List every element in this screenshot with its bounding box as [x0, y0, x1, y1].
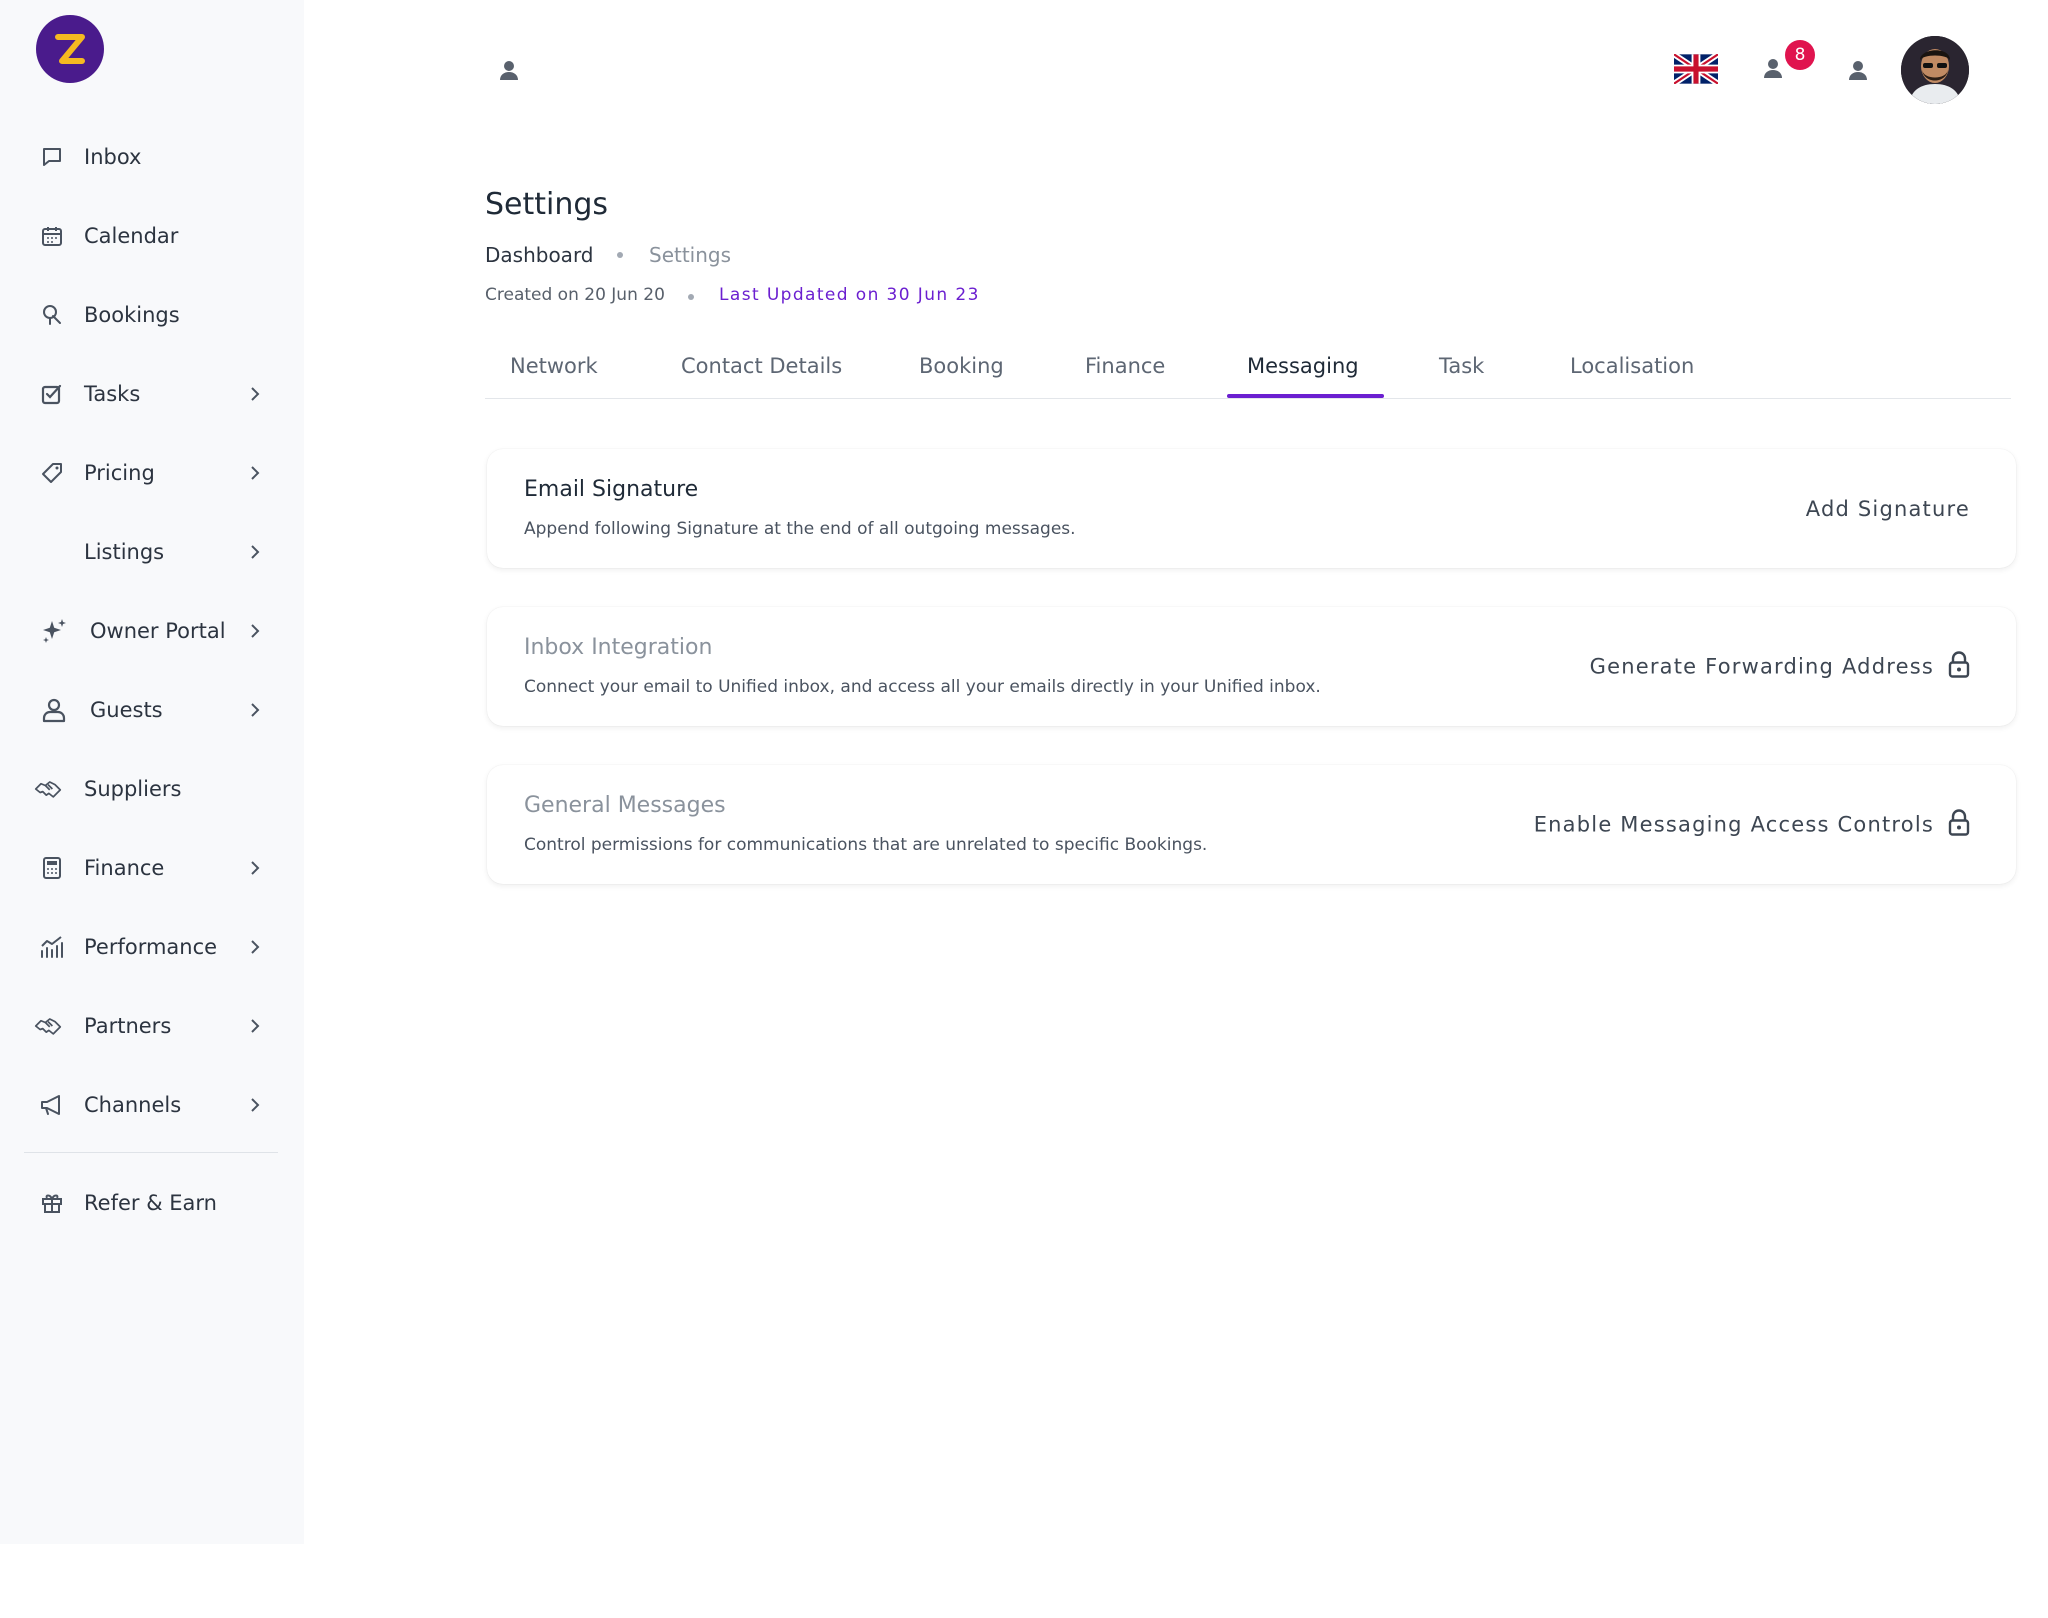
- card-description: Control permissions for communications t…: [524, 835, 1208, 855]
- generate-forwarding-address-button[interactable]: Generate Forwarding Address: [1590, 650, 1970, 683]
- general-messages-card: General Messages Control permissions for…: [487, 765, 2016, 884]
- logo-mark-icon: [55, 34, 85, 64]
- chevron-right-icon: [248, 940, 262, 954]
- handshake-icon: [34, 1012, 62, 1040]
- chevron-right-icon: [248, 861, 262, 875]
- sidebar-item-inbox[interactable]: Inbox: [0, 127, 304, 187]
- tab-task[interactable]: Task: [1439, 354, 1484, 378]
- sidebar-item-owner-portal[interactable]: Owner Portal: [0, 601, 304, 661]
- chevron-right-icon: [248, 545, 262, 559]
- breadcrumb-dashboard[interactable]: Dashboard: [485, 243, 594, 267]
- card-title: General Messages: [524, 793, 726, 818]
- sidebar-item-finance[interactable]: Finance: [0, 838, 304, 898]
- card-action-label: Enable Messaging Access Controls: [1533, 812, 1934, 837]
- meta-separator: [688, 294, 694, 300]
- tabs-divider: [485, 398, 2011, 399]
- card-action-label: Add Signature: [1805, 496, 1970, 521]
- tab-network[interactable]: Network: [510, 354, 598, 378]
- chevron-right-icon: [248, 703, 262, 717]
- calendar-icon: [38, 222, 66, 250]
- sidebar-divider: [24, 1152, 278, 1153]
- email-signature-card: Email Signature Append following Signatu…: [487, 449, 2016, 568]
- chevron-right-icon: [248, 466, 262, 480]
- sidebar-item-pricing[interactable]: Pricing: [0, 443, 304, 503]
- chevron-right-icon: [248, 1098, 262, 1112]
- sidebar-item-label: Guests: [90, 698, 163, 722]
- breadcrumb-settings: Settings: [649, 243, 732, 267]
- chevron-right-icon: [248, 387, 262, 401]
- sidebar-item-label: Owner Portal: [90, 619, 226, 643]
- sidebar-item-label: Suppliers: [84, 777, 182, 801]
- created-date: Created on 20 Jun 20: [485, 285, 665, 305]
- sidebar-item-bookings[interactable]: Bookings: [0, 285, 304, 345]
- tab-contact-details[interactable]: Contact Details: [681, 354, 842, 378]
- sidebar-item-label: Listings: [84, 540, 165, 564]
- uk-flag-icon[interactable]: [1674, 53, 1718, 85]
- sidebar-item-partners[interactable]: Partners: [0, 996, 304, 1056]
- calculator-icon: [38, 854, 66, 882]
- avatar-portrait-icon: [1901, 36, 1969, 104]
- notification-badge: 8: [1785, 40, 1815, 70]
- last-updated-date: Last Updated on 30 Jun 23: [719, 285, 980, 305]
- breadcrumb-separator: [617, 252, 623, 258]
- lock-icon: [1948, 808, 1970, 841]
- guests-icon: [40, 696, 68, 724]
- sparkles-icon: [40, 617, 68, 645]
- tasks-icon: [38, 380, 66, 408]
- sidebar: Inbox Calendar Bookings Tasks Pricing Li…: [0, 0, 304, 1544]
- sidebar-item-label: Inbox: [84, 145, 142, 169]
- sidebar-item-label: Tasks: [84, 382, 141, 406]
- card-description: Connect your email to Unified inbox, and…: [524, 677, 1321, 697]
- handshake-icon: [34, 775, 62, 803]
- card-action-label: Generate Forwarding Address: [1589, 654, 1934, 679]
- sidebar-item-refer-earn[interactable]: Refer & Earn: [0, 1173, 304, 1233]
- sidebar-item-performance[interactable]: Performance: [0, 917, 304, 977]
- gift-icon: [38, 1189, 66, 1217]
- enable-messaging-access-controls-button[interactable]: Enable Messaging Access Controls: [1534, 808, 1970, 841]
- card-title: Inbox Integration: [524, 635, 713, 660]
- tab-localisation[interactable]: Localisation: [1570, 354, 1694, 378]
- sidebar-item-calendar[interactable]: Calendar: [0, 206, 304, 266]
- tab-booking[interactable]: Booking: [919, 354, 1004, 378]
- card-description: Append following Signature at the end of…: [524, 519, 1076, 539]
- card-title: Email Signature: [524, 477, 699, 502]
- user-icon[interactable]: [1844, 56, 1872, 84]
- tag-icon: [38, 459, 66, 487]
- inbox-icon: [38, 143, 66, 171]
- sidebar-item-label: Calendar: [84, 224, 179, 248]
- active-tab-indicator: [1227, 394, 1384, 398]
- tab-finance[interactable]: Finance: [1085, 354, 1165, 378]
- sidebar-item-label: Finance: [84, 856, 165, 880]
- sidebar-item-listings[interactable]: Listings: [0, 522, 304, 582]
- page-title: Settings: [485, 187, 609, 222]
- bookings-icon: [38, 301, 66, 329]
- chevron-right-icon: [248, 1019, 262, 1033]
- notifications-icon[interactable]: [1759, 54, 1787, 82]
- lock-icon: [1948, 650, 1970, 683]
- sidebar-item-label: Pricing: [84, 461, 155, 485]
- sidebar-item-tasks[interactable]: Tasks: [0, 364, 304, 424]
- chart-icon: [38, 933, 66, 961]
- sidebar-item-label: Refer & Earn: [84, 1191, 217, 1215]
- sidebar-item-suppliers[interactable]: Suppliers: [0, 759, 304, 819]
- sidebar-item-label: Bookings: [84, 303, 180, 327]
- sidebar-item-channels[interactable]: Channels: [0, 1075, 304, 1135]
- avatar[interactable]: [1901, 36, 1969, 104]
- chevron-right-icon: [248, 624, 262, 638]
- sidebar-item-label: Performance: [84, 935, 218, 959]
- sidebar-item-label: Partners: [84, 1014, 172, 1038]
- brand-logo[interactable]: [36, 15, 104, 83]
- account-icon[interactable]: [495, 56, 523, 84]
- sidebar-item-label: Channels: [84, 1093, 182, 1117]
- sidebar-item-guests[interactable]: Guests: [0, 680, 304, 740]
- add-signature-button[interactable]: Add Signature: [1806, 497, 1970, 521]
- tab-messaging[interactable]: Messaging: [1247, 354, 1359, 378]
- inbox-integration-card: Inbox Integration Connect your email to …: [487, 607, 2016, 726]
- megaphone-icon: [38, 1091, 66, 1119]
